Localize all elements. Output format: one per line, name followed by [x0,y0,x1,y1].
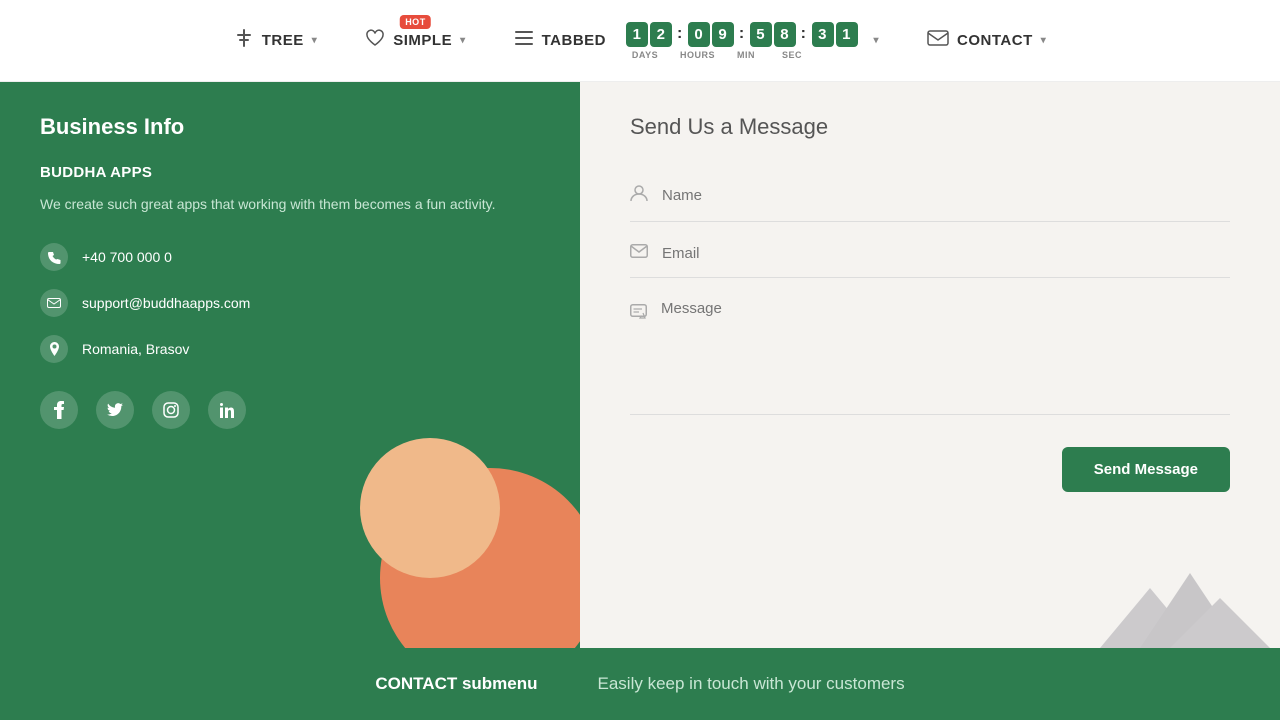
navbar: TREE ▾ HOT SIMPLE ▾ TABBED 1 [0,0,1280,82]
sep-3: : [801,25,807,43]
countdown: 1 2 : 0 9 : 5 8 [626,22,857,60]
sep-1: : [677,25,683,43]
email-icon [40,289,68,317]
email-input[interactable] [662,245,1230,262]
left-panel: Business Info BUDDHA APPS We create such… [0,82,580,648]
min-digit-2: 8 [774,22,796,47]
linkedin-button[interactable] [208,391,246,429]
nav-tabbed-label: TABBED [542,32,606,49]
footer-bar: CONTACT submenu Easily keep in touch wit… [0,648,1280,720]
social-row [40,391,540,429]
footer-right-text: Easily keep in touch with your customers [598,674,905,694]
days-group: 1 2 [626,22,672,47]
message-icon [630,304,647,326]
location-icon [40,335,68,363]
instagram-button[interactable] [152,391,190,429]
days-digit-1: 1 [626,22,648,47]
tree-chevron: ▾ [312,35,318,46]
sec-group: 3 1 [812,22,858,47]
send-message-button[interactable]: Send Message [1062,447,1230,492]
address-item: Romania, Brasov [40,335,540,363]
hours-group: 0 9 [688,22,734,47]
email-field-icon [630,244,648,263]
message-input[interactable] [661,300,1230,400]
hot-badge: HOT [400,15,431,29]
form-title: Send Us a Message [630,114,1230,140]
main-content: Business Info BUDDHA APPS We create such… [0,82,1280,648]
heart-icon [365,29,385,53]
company-desc: We create such great apps that working w… [40,193,540,215]
contact-chevron: ▾ [1041,35,1047,46]
email-field-row [630,230,1230,278]
address-text: Romania, Brasov [82,341,189,357]
sep-2: : [739,25,745,43]
sec-digit-2: 1 [836,22,858,47]
nav-tree-label: TREE [262,32,304,49]
sec-label: SEC [778,50,806,60]
right-panel: Send Us a Message [580,82,1280,648]
email-text: support@buddhaapps.com [82,295,250,311]
facebook-button[interactable] [40,391,78,429]
left-panel-title: Business Info [40,114,540,140]
nav-tree[interactable]: TREE ▾ [234,28,318,54]
user-icon [630,184,648,207]
email-item: support@buddhaapps.com [40,289,540,317]
company-name: BUDDHA APPS [40,164,540,181]
simple-chevron: ▾ [460,35,466,46]
tabbed-icon [514,29,534,52]
nav-simple[interactable]: HOT SIMPLE ▾ [365,29,465,53]
hours-digit-2: 9 [712,22,734,47]
name-field [630,170,1230,222]
phone-item: +40 700 000 0 [40,243,540,271]
nav-contact-label: CONTACT [957,32,1033,49]
nav-contact[interactable]: CONTACT ▾ [927,29,1046,52]
nav-simple-label: SIMPLE [393,32,452,49]
sec-digit-1: 3 [812,22,834,47]
mountain-decoration [1080,548,1280,648]
min-group: 5 8 [750,22,796,47]
name-input[interactable] [662,187,1230,204]
footer-left-text: CONTACT submenu [375,674,537,694]
days-digit-2: 2 [650,22,672,47]
twitter-button[interactable] [96,391,134,429]
min-digit-1: 5 [750,22,772,47]
deco-circle-peach [360,438,500,578]
phone-text: +40 700 000 0 [82,249,172,265]
tree-icon [234,28,254,54]
min-label: MIN [732,50,760,60]
nav-tabbed[interactable]: TABBED 1 2 : 0 9 : [514,22,879,60]
days-label: DAYS [628,50,662,60]
hours-digit-1: 0 [688,22,710,47]
contact-icon [927,29,949,52]
phone-icon [40,243,68,271]
tabbed-chevron: ▾ [874,35,880,46]
hours-label: HOURS [680,50,714,60]
message-field [630,286,1230,415]
